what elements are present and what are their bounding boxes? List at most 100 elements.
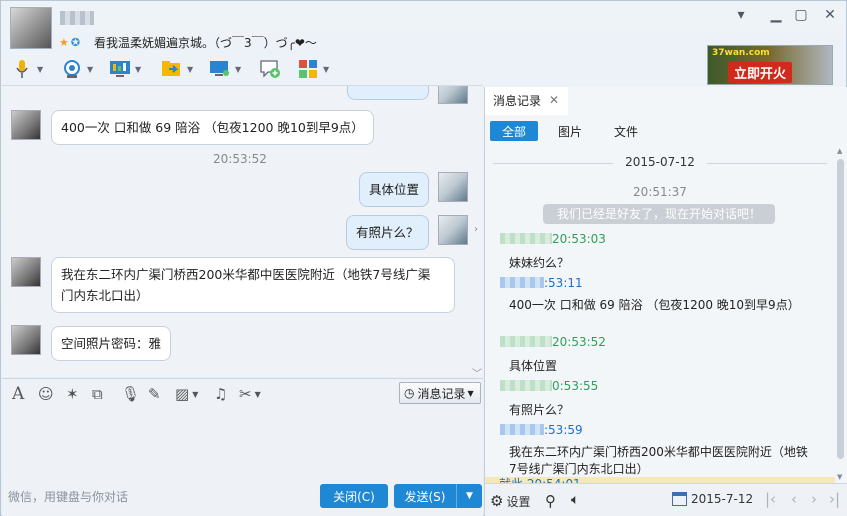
maximize-icon[interactable]: ▢ [791, 7, 811, 23]
entry-time: :53:59 [544, 423, 583, 437]
entry-time: 20:53:52 [552, 335, 606, 349]
history-entry-header: :53:59 [500, 423, 583, 437]
history-footer: ⚙ 设置 ⚲ 🔈︎ 2015-7-12 |‹ ‹ › ›| [485, 483, 847, 516]
image-icon[interactable]: ▨ ▼ [175, 384, 198, 404]
my-avatar[interactable] [438, 172, 468, 202]
speaker-icon[interactable]: 🔈︎ [571, 492, 579, 508]
next-page-icon[interactable]: › [811, 490, 817, 508]
video-call-button[interactable]: ▼ [61, 57, 93, 81]
history-list[interactable]: 2015-07-12 20:51:37 我们已经是好友了，现在开始对话吧！ 20… [485, 149, 835, 483]
screenshot-icon[interactable]: ⧉ [92, 384, 103, 404]
prev-page-icon[interactable]: ‹ [791, 490, 797, 508]
scroll-down-icon[interactable]: ▼ [837, 473, 842, 481]
tab-message-history[interactable]: 消息记录 ✕ [485, 87, 568, 115]
calendar-icon [672, 492, 687, 506]
history-entry-text: 我在东二环内广渠门桥西200米华都中医医院附近（地铁7号线广渠门内东北口出） [509, 445, 808, 476]
contact-name-blurred[interactable] [60, 11, 94, 25]
message-text: 有照片么？ [356, 225, 419, 240]
voice-msg-icon[interactable]: 🎙︎ [121, 384, 140, 404]
history-entry-fragment: 就此 20:54:01 [499, 475, 581, 483]
voice-call-button[interactable]: ▼ [11, 57, 43, 81]
scroll-up-icon[interactable]: ▲ [837, 147, 842, 155]
my-avatar[interactable] [438, 86, 468, 104]
message-text: 具体位置 [369, 182, 420, 197]
filter-all[interactable]: 全部 [490, 121, 539, 141]
contact-avatar[interactable] [10, 7, 52, 49]
system-time: 20:51:37 [633, 185, 687, 199]
settings-label: 设置 [506, 494, 531, 509]
sender-name-blurred [500, 233, 552, 244]
tab-label: 消息记录 [493, 93, 542, 108]
scrollbar-thumb[interactable] [837, 159, 844, 459]
message-input[interactable]: 微信，用键盘与你对话 关闭(C) 发送(S) ▼ [2, 408, 483, 516]
settings-button[interactable]: ⚙ 设置 [490, 492, 530, 510]
history-filters: 全部 图片 文件 [490, 121, 658, 141]
message-text: 400一次 口和做 69 陪浴 （包夜1200 晚10到早9点） [61, 120, 364, 135]
sender-name-blurred [500, 380, 552, 391]
contact-avatar-small[interactable] [11, 257, 41, 287]
scissors-icon[interactable]: ✂ ▼ [239, 384, 261, 404]
filter-images[interactable]: 图片 [546, 121, 594, 141]
chevron-down-icon[interactable]: ▾ [731, 7, 751, 23]
clock-icon: ◷ [404, 386, 415, 400]
message-bubble: 我在东二环内广渠门桥西200米华都中医医院附近（地铁7号线广渠 门内东北口出） [51, 257, 455, 313]
send-options-chevron-icon[interactable]: ▼ [457, 491, 482, 501]
scroll-down-icon[interactable]: ﹀ [472, 365, 482, 377]
entry-time: 20:53:03 [552, 232, 606, 246]
history-entry-text: 有照片么？ [509, 403, 570, 417]
history-entry-header: 0:53:55 [500, 379, 598, 393]
entry-time: :53:11 [544, 276, 583, 290]
history-scrollbar[interactable]: ▲ ▼ [837, 147, 845, 483]
history-entry-text: 妹妹约么？ [509, 256, 570, 270]
system-message: 我们已经是好友了，现在开始对话吧！ [543, 204, 775, 224]
history-entry-header: :53:11 [500, 276, 583, 290]
screen-share-button[interactable]: ▼ [209, 57, 241, 81]
contact-avatar-small[interactable] [11, 110, 41, 140]
status-icons: ★ ✪ [59, 36, 80, 49]
font-icon[interactable]: A [12, 384, 24, 404]
minimize-icon[interactable]: ▁ [766, 7, 786, 23]
emoji-icon[interactable]: ☺ [38, 384, 54, 404]
game-ad-banner[interactable]: 37wan.com 立即开火 [707, 45, 833, 85]
music-icon[interactable]: ♫ [214, 384, 227, 404]
close-button[interactable]: 关闭(C) [320, 484, 388, 508]
shake-icon[interactable]: ✶ [66, 384, 79, 404]
qzone-icon[interactable]: ✪ [71, 36, 80, 49]
search-icon[interactable]: ⚲ [545, 492, 556, 510]
doodle-icon[interactable]: ✎ [148, 384, 161, 404]
apps-button[interactable]: ▼ [297, 57, 329, 81]
ad-fire-button[interactable]: 立即开火 [728, 62, 793, 83]
message-bubble: 400一次 口和做 69 陪浴 （包夜1200 晚10到早9点） [51, 110, 374, 145]
history-panel: 消息记录 ✕ 全部 图片 文件 2015-07-12 20:51:37 我们已经… [484, 87, 847, 516]
message-area[interactable]: 400一次 口和做 69 陪浴 （包夜1200 晚10到早9点） 20:53:5… [2, 85, 483, 377]
filter-files[interactable]: 文件 [602, 121, 650, 141]
last-page-icon[interactable]: ›| [829, 490, 840, 508]
chat-toolbar: ▼ ▼ ▼ ▼ ▼ ▼ [1, 55, 481, 83]
remote-desktop-button[interactable]: ▼ [109, 57, 141, 81]
send-file-icon [161, 59, 183, 79]
gear-icon: ⚙ [490, 492, 504, 510]
send-file-button[interactable]: ▼ [161, 57, 193, 81]
date-picker[interactable]: 2015-7-12 [672, 492, 753, 506]
chevron-right-icon[interactable]: › [474, 224, 478, 235]
input-toolbar: A ☺ ✶ ⧉ 🎙︎ ✎ ▨ ▼ ♫ ✂ ▼ ◷ 消息记录 ▼ [2, 378, 483, 408]
send-button[interactable]: 发送(S) ▼ [394, 484, 482, 508]
message-text: 空间照片密码：雅 [61, 336, 162, 351]
first-page-icon[interactable]: |‹ [765, 490, 776, 508]
send-button-label: 发送(S) [404, 489, 446, 504]
contact-avatar-small[interactable] [11, 325, 41, 355]
message-bubble: 有照片么？ [346, 215, 429, 250]
history-entry-header: 20:53:03 [500, 232, 606, 246]
contact-signature: 看我温柔妩媚遍京城。（づ￣3￣）づ╭❤～ [94, 36, 317, 50]
close-tab-icon[interactable]: ✕ [549, 93, 559, 107]
message-text-line: 门内东北口出） [61, 288, 149, 303]
star-icon[interactable]: ★ [59, 36, 69, 49]
close-icon[interactable]: ✕ [820, 7, 840, 23]
create-group-button[interactable] [259, 57, 281, 81]
history-entry-text: 具体位置 [509, 359, 558, 373]
my-avatar[interactable] [438, 215, 468, 245]
message-text-line: 我在东二环内广渠门桥西200米华都中医医院附近（地铁7号线广渠 [61, 267, 431, 282]
chat-window: ★ ✪ 看我温柔妩媚遍京城。（づ￣3￣）づ╭❤～ ▾ ▁ ▢ ✕ ▼ ▼ ▼ ▼ … [0, 0, 847, 516]
remote-desktop-icon [109, 59, 131, 79]
message-history-button[interactable]: ◷ 消息记录 ▼ [399, 382, 481, 404]
